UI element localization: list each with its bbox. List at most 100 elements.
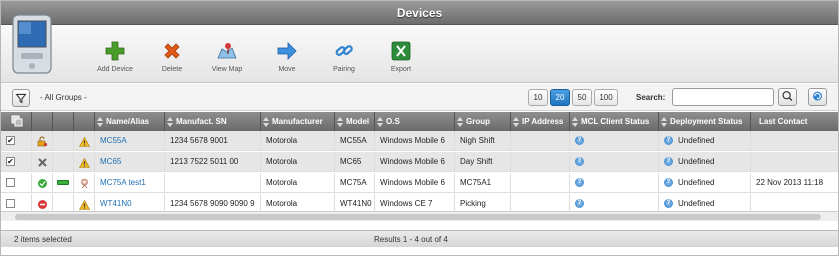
cell-group: Day Shift	[455, 152, 511, 172]
cell-model: MC75A	[335, 173, 375, 193]
export-button[interactable]: Export	[373, 41, 429, 73]
toolbar: Add Device Delete View Map Move Pairing …	[1, 14, 838, 83]
cell-deployment-status: ? Undefined	[659, 173, 751, 193]
page-size-10[interactable]: 10	[528, 89, 548, 106]
cell-last-contact	[751, 152, 838, 172]
col-last-contact[interactable]: Last Contact	[751, 112, 838, 131]
col-manufact-sn[interactable]: Manufact. SN	[165, 112, 261, 131]
cell-ip	[511, 152, 570, 172]
tools-icon	[37, 156, 48, 172]
cell-manufacturer: Motorola	[261, 131, 335, 151]
move-button[interactable]: Move	[259, 41, 315, 73]
col-deployment-status[interactable]: Deployment Status	[659, 112, 751, 131]
search-input[interactable]	[672, 88, 774, 106]
row-checkbox[interactable]: ✔	[6, 136, 15, 145]
cell-last-contact	[751, 131, 838, 151]
plus-icon	[105, 41, 125, 61]
col-ip-address[interactable]: IP Address	[511, 112, 570, 131]
search-label: Search:	[636, 93, 666, 102]
window-title: Devices	[396, 6, 443, 20]
key-lock-icon	[37, 135, 48, 151]
battery-icon	[57, 180, 69, 185]
row-checkbox[interactable]	[6, 178, 15, 187]
table-row[interactable]: MC75A test1 Motorola MC75A Windows Mobile 6…	[1, 173, 838, 193]
warning-icon	[78, 156, 91, 172]
help-icon: ?	[664, 157, 673, 167]
cell-group: Nigh Shift	[455, 131, 511, 151]
deployment-status-text: Undefined	[678, 199, 715, 208]
cell-os: Windows Mobile 6	[375, 152, 455, 172]
delete-label: Delete	[161, 66, 183, 73]
pda-device-icon	[12, 14, 52, 74]
sort-icon	[513, 116, 519, 128]
sort-icon	[337, 116, 343, 128]
page-size-100[interactable]: 100	[594, 89, 618, 106]
cell-os: Windows Mobile 6	[375, 131, 455, 151]
help-icon: ?	[575, 136, 584, 146]
cell-deployment-status: ? Undefined	[659, 131, 751, 151]
cell-mcl-status: ?	[570, 131, 659, 151]
page-size-20[interactable]: 20	[550, 89, 570, 106]
table-row[interactable]: ✔ MC55A 1234 5678 9001 Motorola MC55A Windows…	[1, 131, 838, 151]
arrow-right-icon	[277, 42, 297, 60]
view-map-label: View Map	[211, 66, 243, 73]
horizontal-scrollbar[interactable]	[1, 211, 838, 221]
pairing-label: Pairing	[333, 66, 355, 73]
deployment-status-text: Undefined	[678, 136, 715, 145]
cell-sn: 1234 5678 9001	[165, 131, 261, 151]
cell-group: MC75A1	[455, 173, 511, 193]
search-button[interactable]	[778, 88, 797, 106]
table-header: Name/Alias Manufact. SN Manufacturer Mod…	[1, 112, 838, 131]
pairing-button[interactable]: Pairing	[316, 41, 372, 73]
excel-icon	[391, 41, 411, 61]
refresh-button[interactable]	[808, 88, 827, 106]
cell-last-contact: 22 Nov 2013 11:18	[756, 178, 824, 187]
col-model[interactable]: Model	[335, 112, 375, 131]
select-all-icon	[11, 115, 23, 127]
cell-sn	[165, 173, 261, 193]
cell-name[interactable]: MC75A test1	[95, 173, 165, 193]
selected-count: 2 items selected	[14, 235, 72, 244]
help-icon: ?	[575, 199, 584, 209]
search-icon	[782, 91, 793, 102]
col-name-alias[interactable]: Name/Alias	[95, 112, 165, 131]
col-mcl-client-status[interactable]: MCL Client Status	[570, 112, 659, 131]
col-manufacturer[interactable]: Manufacturer	[261, 112, 335, 131]
sort-icon	[97, 116, 103, 128]
col-os[interactable]: O.S	[375, 112, 455, 131]
results-count: Results 1 - 4 out of 4	[374, 235, 448, 244]
row-checkbox[interactable]	[6, 199, 15, 208]
row-checkbox[interactable]: ✔	[6, 157, 15, 166]
refresh-icon	[813, 91, 822, 101]
add-device-label: Add Device	[97, 66, 133, 73]
sort-icon	[661, 116, 667, 128]
sort-icon	[167, 116, 173, 128]
funnel-icon	[15, 93, 27, 104]
add-device-button[interactable]: Add Device	[87, 41, 143, 73]
cell-manufacturer: Motorola	[261, 173, 335, 193]
view-map-button[interactable]: View Map	[199, 41, 255, 73]
filter-button[interactable]	[12, 89, 30, 107]
agent-icon	[79, 177, 90, 193]
move-label: Move	[278, 66, 296, 73]
cell-sn: 1213 7522 5011 00	[165, 152, 261, 172]
cell-name[interactable]: MC65	[95, 152, 165, 172]
export-label: Export	[390, 66, 412, 73]
delete-x-icon	[164, 43, 180, 59]
cell-name[interactable]: MC55A	[95, 131, 165, 151]
page-size-50[interactable]: 50	[572, 89, 592, 106]
table-row[interactable]: ✔ MC65 1213 7522 5011 00 Motorola MC65 Window…	[1, 152, 838, 172]
help-icon: ?	[664, 136, 673, 146]
group-selector[interactable]: - All Groups -	[40, 93, 87, 102]
cell-ip	[511, 173, 570, 193]
map-icon	[217, 43, 237, 59]
deployment-status-text: Undefined	[678, 178, 715, 187]
filter-bar: - All Groups - 10 20 50 100 Search:	[1, 84, 838, 111]
delete-button[interactable]: Delete	[144, 41, 200, 73]
col-group[interactable]: Group	[455, 112, 511, 131]
select-all-header[interactable]	[1, 112, 32, 131]
scrollbar-thumb[interactable]	[15, 214, 821, 220]
title-bar: Devices	[1, 1, 838, 25]
cell-model: MC55A	[335, 131, 375, 151]
cell-ip	[511, 131, 570, 151]
